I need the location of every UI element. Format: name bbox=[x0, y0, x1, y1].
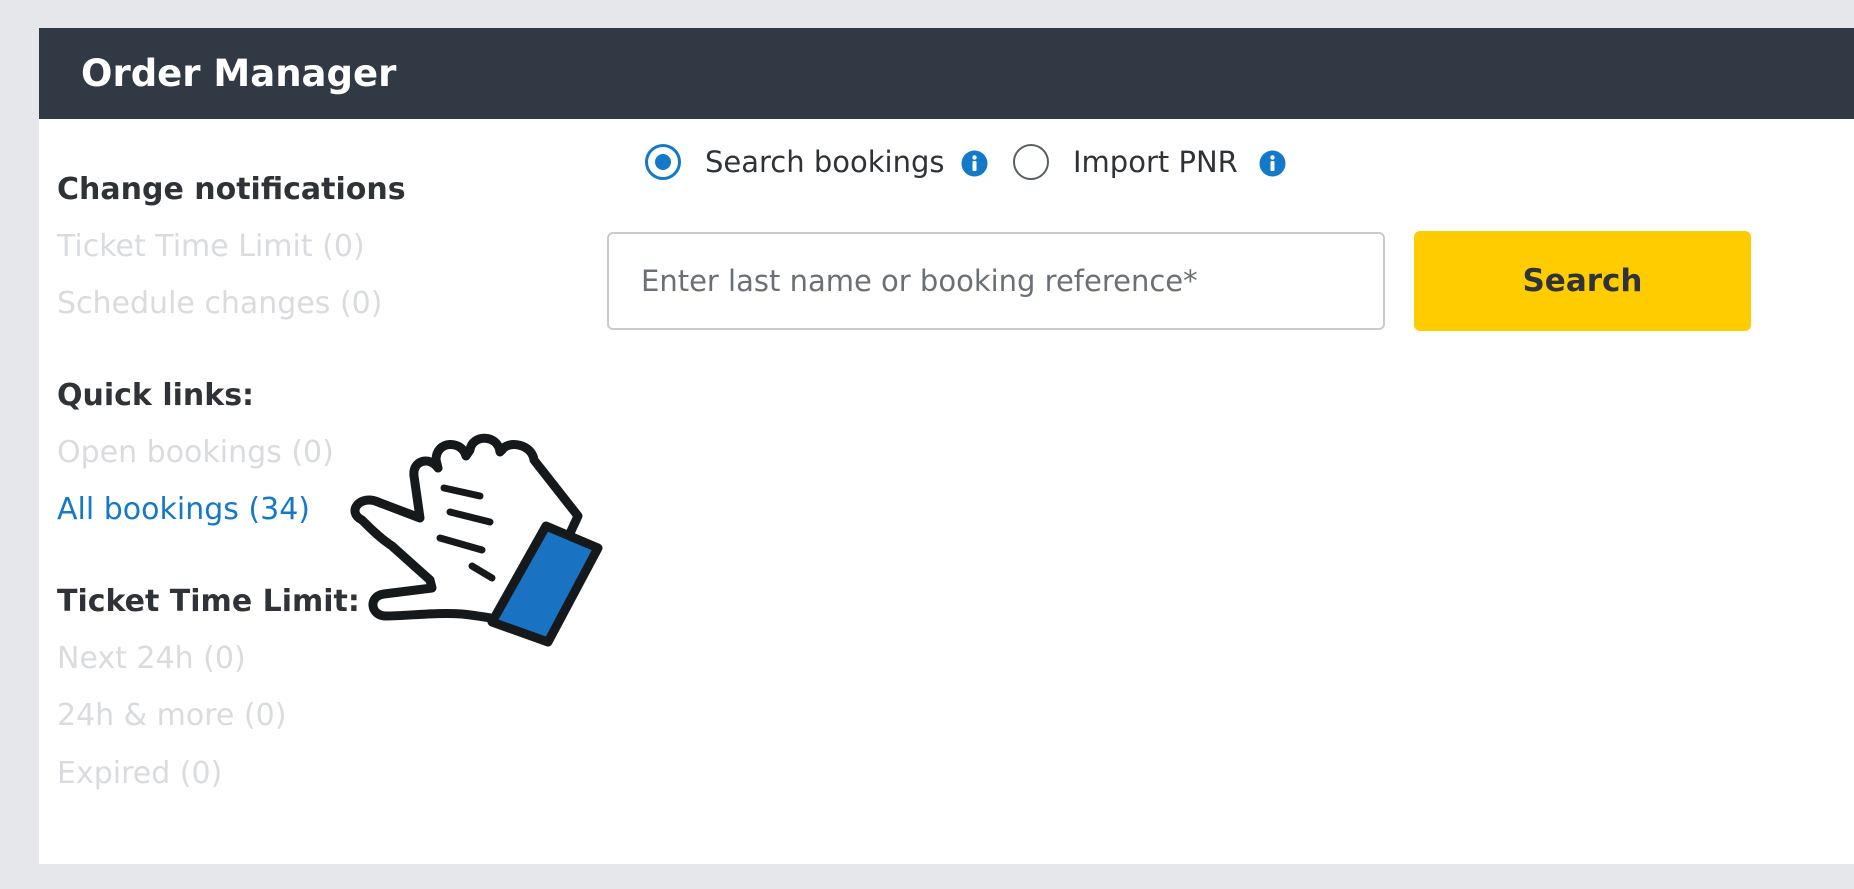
sidebar-link-open-bookings[interactable]: Open bookings (0) bbox=[57, 433, 334, 473]
info-icon[interactable] bbox=[1259, 150, 1286, 177]
pointing-hand-icon bbox=[350, 433, 603, 647]
ticket-time-limit-heading: Ticket Time Limit: bbox=[57, 584, 360, 619]
search-bookings-radio[interactable] bbox=[645, 144, 681, 180]
sidebar-link-all-bookings[interactable]: All bookings (34) bbox=[57, 490, 310, 530]
sidebar-link-expired[interactable]: Expired (0) bbox=[57, 754, 222, 794]
search-input[interactable] bbox=[607, 232, 1385, 330]
page-title: Order Manager bbox=[81, 52, 397, 95]
search-button[interactable]: Search bbox=[1414, 231, 1751, 331]
quick-links-heading: Quick links: bbox=[57, 378, 255, 413]
search-bookings-label[interactable]: Search bookings bbox=[705, 142, 945, 182]
sidebar-link-ticket-time-limit[interactable]: Ticket Time Limit (0) bbox=[57, 227, 365, 267]
sidebar-link-24h-and-more[interactable]: 24h & more (0) bbox=[57, 696, 286, 736]
sidebar-link-schedule-changes[interactable]: Schedule changes (0) bbox=[57, 284, 382, 324]
header-bar: Order Manager bbox=[39, 28, 1854, 119]
import-pnr-label[interactable]: Import PNR bbox=[1073, 142, 1238, 182]
info-icon[interactable] bbox=[961, 150, 988, 177]
change-notifications-heading: Change notifications bbox=[57, 172, 406, 207]
sidebar-link-next-24h[interactable]: Next 24h (0) bbox=[57, 639, 246, 679]
import-pnr-radio[interactable] bbox=[1013, 144, 1049, 180]
